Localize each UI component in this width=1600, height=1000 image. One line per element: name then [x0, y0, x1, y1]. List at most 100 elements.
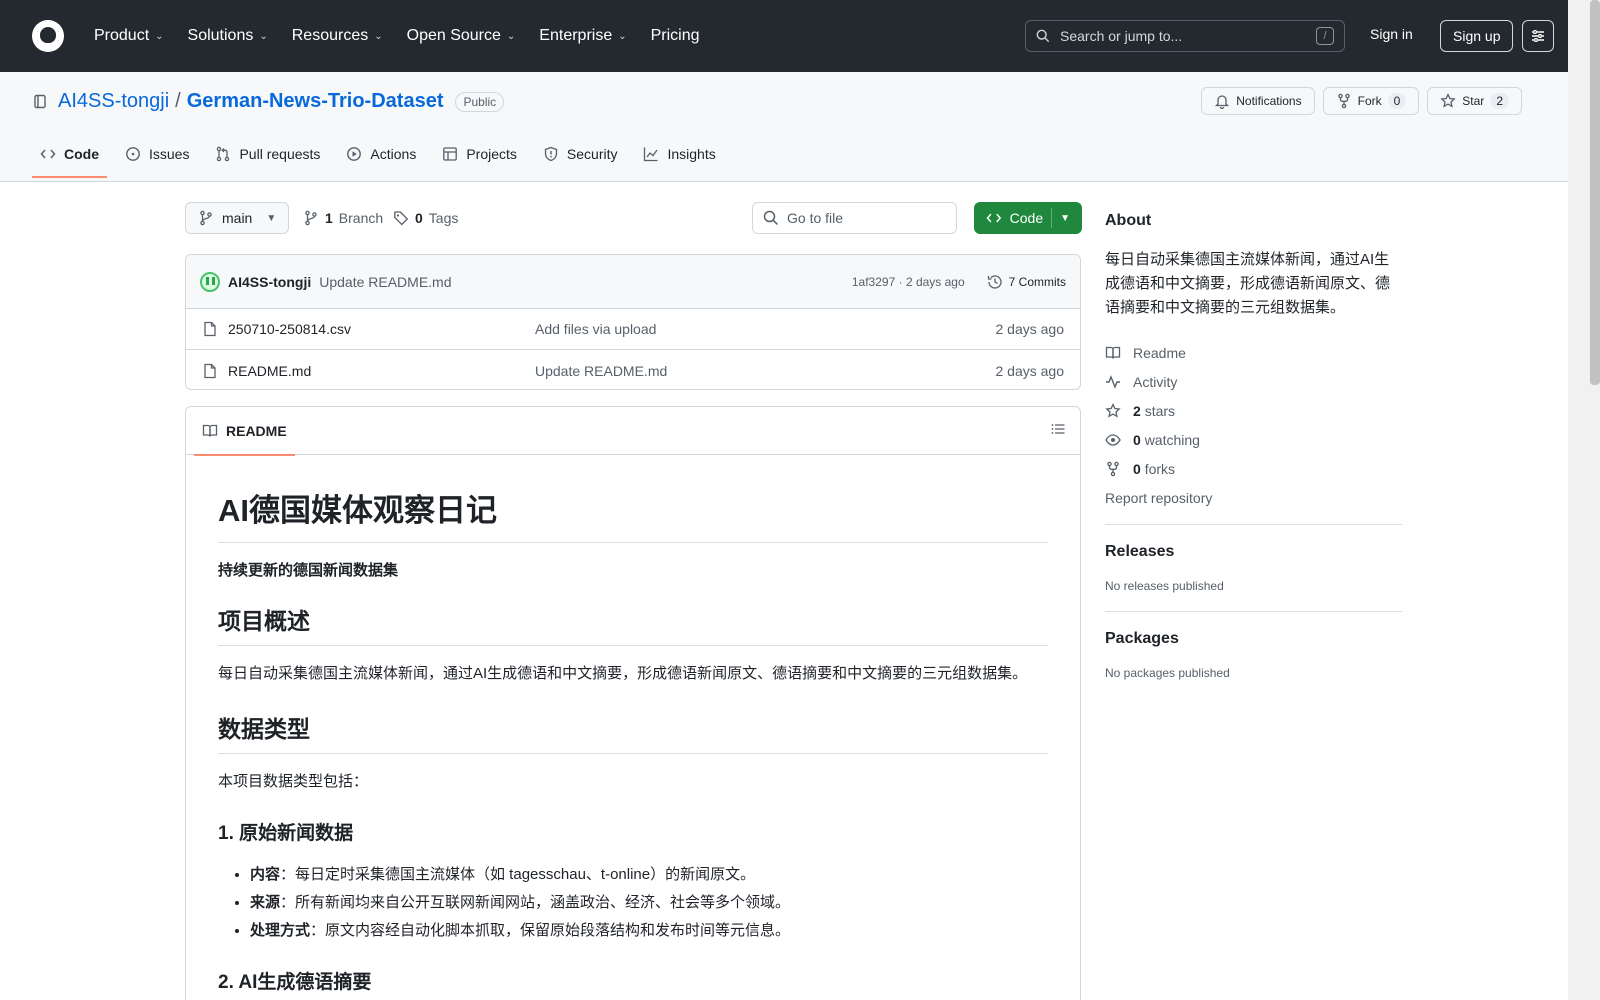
fork-button[interactable]: Fork 0: [1322, 87, 1420, 115]
settings-sliders-icon[interactable]: [1522, 20, 1554, 52]
fork-count: 0: [1387, 93, 1407, 109]
commit-message-link[interactable]: Update README.md: [319, 274, 451, 290]
chevron-down-icon: ⌄: [155, 30, 164, 42]
file-date: 2 days ago: [995, 362, 1065, 379]
search-icon: [763, 210, 779, 226]
list-item: 内容：每日定时采集德国主流媒体（如 tagesschau、t-online）的新…: [250, 861, 1048, 889]
file-commit-message[interactable]: Add files via upload: [535, 321, 656, 337]
table-row[interactable]: README.md Update README.md 2 days ago: [186, 350, 1080, 389]
nav-open-source[interactable]: Open Source ⌄: [399, 21, 524, 51]
book-icon: [1105, 346, 1121, 359]
packages-empty-text: No packages published: [1105, 666, 1230, 680]
nav-resources[interactable]: Resources ⌄: [284, 21, 391, 51]
branch-selector[interactable]: main ▼: [185, 202, 290, 234]
overview-paragraph: 每日自动采集德国主流媒体新闻，通过AI生成德语和中文摘要，形成德语新闻原文、德语…: [218, 665, 1028, 682]
releases-empty-text: No releases published: [1105, 579, 1224, 593]
nav-product[interactable]: Product ⌄: [86, 21, 172, 51]
packages-title[interactable]: Packages: [1105, 630, 1402, 648]
repo-title: AI4SS-tongji / German-News-Trio-Dataset …: [32, 90, 505, 113]
code-icon: [40, 149, 56, 159]
list-item: 来源：所有新闻均来自公开互联网新闻网站，涵盖政治、经济、社会等多个领域。: [250, 889, 1048, 917]
readme-panel: README AI德国媒体观察日记 持续更新的德国新闻数据集 项目概述 每日自动…: [185, 406, 1081, 1000]
star-button[interactable]: Star 2: [1427, 87, 1522, 115]
file-toolbar: main ▼ 1 Branch 0 Tags Go to file Code ▼: [185, 202, 1082, 236]
play-icon: [347, 147, 362, 161]
search-icon: [1036, 29, 1050, 43]
repo-name-link[interactable]: German-News-Trio-Dataset: [187, 90, 444, 113]
book-icon: [202, 424, 218, 437]
issue-icon: [126, 147, 140, 161]
readme-header: README: [186, 407, 1080, 456]
go-to-file-input[interactable]: Go to file: [752, 202, 957, 234]
tab-code[interactable]: Code: [32, 140, 107, 178]
tags-link[interactable]: 0 Tags: [393, 210, 458, 226]
file-icon: [204, 363, 216, 378]
code-dropdown-button[interactable]: Code ▼: [974, 202, 1082, 234]
chevron-down-icon: ⌄: [618, 30, 627, 42]
forks-link[interactable]: 0 forks: [1105, 454, 1402, 483]
file-name-link[interactable]: README.md: [228, 363, 311, 379]
readme-content: AI德国媒体观察日记 持续更新的德国新闻数据集 项目概述 每日自动采集德国主流媒…: [186, 455, 1080, 994]
sign-up-button[interactable]: Sign up: [1440, 20, 1514, 52]
repo-actions: Notifications Fork 0 Star 2: [1201, 87, 1522, 115]
notifications-button[interactable]: Notifications: [1201, 87, 1315, 115]
releases-title[interactable]: Releases: [1105, 543, 1402, 561]
github-logo-icon[interactable]: [32, 20, 64, 52]
activity-link[interactable]: Activity: [1105, 367, 1402, 396]
chevron-down-icon: ⌄: [374, 30, 383, 42]
heading-raw-news: 1. 原始新闻数据: [218, 823, 354, 844]
commit-author-link[interactable]: AI4SS-tongji: [228, 274, 311, 290]
graph-icon: [644, 147, 659, 162]
avatar[interactable]: [200, 271, 220, 292]
branches-link[interactable]: 1 Branch: [303, 210, 383, 226]
caret-down-icon: ▼: [1060, 212, 1070, 224]
shield-icon: [544, 146, 558, 162]
readme-lead: 持续更新的德国新闻数据集: [218, 562, 399, 579]
branch-icon: [305, 210, 317, 226]
file-commit-message[interactable]: Update README.md: [535, 363, 667, 379]
repo-tabs: Code Issues Pull requests Actions Projec…: [32, 140, 734, 178]
pulse-icon: [1106, 374, 1120, 389]
history-icon: [987, 274, 1002, 289]
repo-header: AI4SS-tongji / German-News-Trio-Dataset …: [0, 72, 1568, 182]
watching-link[interactable]: 0 watching: [1105, 425, 1402, 454]
tab-issues[interactable]: Issues: [117, 140, 197, 176]
about-sidebar: About 每日自动采集德国主流媒体新闻，通过AI生成德语和中文摘要，形成德语新…: [1105, 212, 1402, 698]
divider: [1105, 524, 1402, 525]
global-nav: Product ⌄ Solutions ⌄ Resources ⌄ Open Sour…: [86, 21, 716, 51]
file-list: AI4SS-tongji Update README.md 1af3297 · …: [185, 254, 1081, 390]
data-types-paragraph: 本项目数据类型包括：: [218, 773, 369, 790]
sign-in-link[interactable]: Sign in: [1370, 26, 1413, 42]
file-name-link[interactable]: 250710-250814.csv: [228, 321, 351, 337]
tab-projects[interactable]: Projects: [434, 140, 525, 176]
list-item: 处理方式：原文内容经自动化脚本抓取，保留原始段落结构和发布时间等元信息。: [250, 917, 1048, 945]
repo-owner-link[interactable]: AI4SS-tongji: [58, 90, 169, 113]
repo-path-separator: /: [175, 90, 181, 112]
commits-history-link[interactable]: 7 Commits: [987, 274, 1066, 290]
about-title: About: [1105, 212, 1152, 229]
raw-news-list: 内容：每日定时采集德国主流媒体（如 tagesschau、t-online）的新…: [218, 861, 1048, 945]
page-scrollbar[interactable]: [1568, 0, 1600, 1000]
tab-actions[interactable]: Actions: [338, 140, 424, 176]
repo-icon: [34, 94, 46, 108]
nav-enterprise[interactable]: Enterprise ⌄: [531, 21, 634, 51]
table-icon: [443, 147, 458, 161]
file-icon: [204, 321, 216, 337]
report-repository-link[interactable]: Report repository: [1105, 483, 1402, 512]
stars-link[interactable]: 2 stars: [1105, 396, 1402, 425]
tag-icon: [394, 211, 409, 226]
nav-pricing[interactable]: Pricing: [643, 21, 708, 51]
readme-link[interactable]: Readme: [1105, 338, 1402, 367]
branch-icon: [200, 210, 212, 226]
table-row[interactable]: 250710-250814.csv Add files via upload 2…: [186, 309, 1080, 350]
readme-tab[interactable]: README: [194, 407, 295, 456]
tab-insights[interactable]: Insights: [635, 140, 723, 176]
search-input[interactable]: Search or jump to... /: [1025, 20, 1345, 52]
divider: [1105, 611, 1402, 612]
tab-security[interactable]: Security: [535, 140, 626, 176]
nav-solutions[interactable]: Solutions ⌄: [180, 21, 276, 51]
visibility-badge: Public: [455, 91, 505, 112]
tab-pull-requests[interactable]: Pull requests: [207, 140, 328, 176]
list-toc-icon[interactable]: [1050, 421, 1066, 437]
scrollbar-thumb[interactable]: [1590, 0, 1600, 385]
